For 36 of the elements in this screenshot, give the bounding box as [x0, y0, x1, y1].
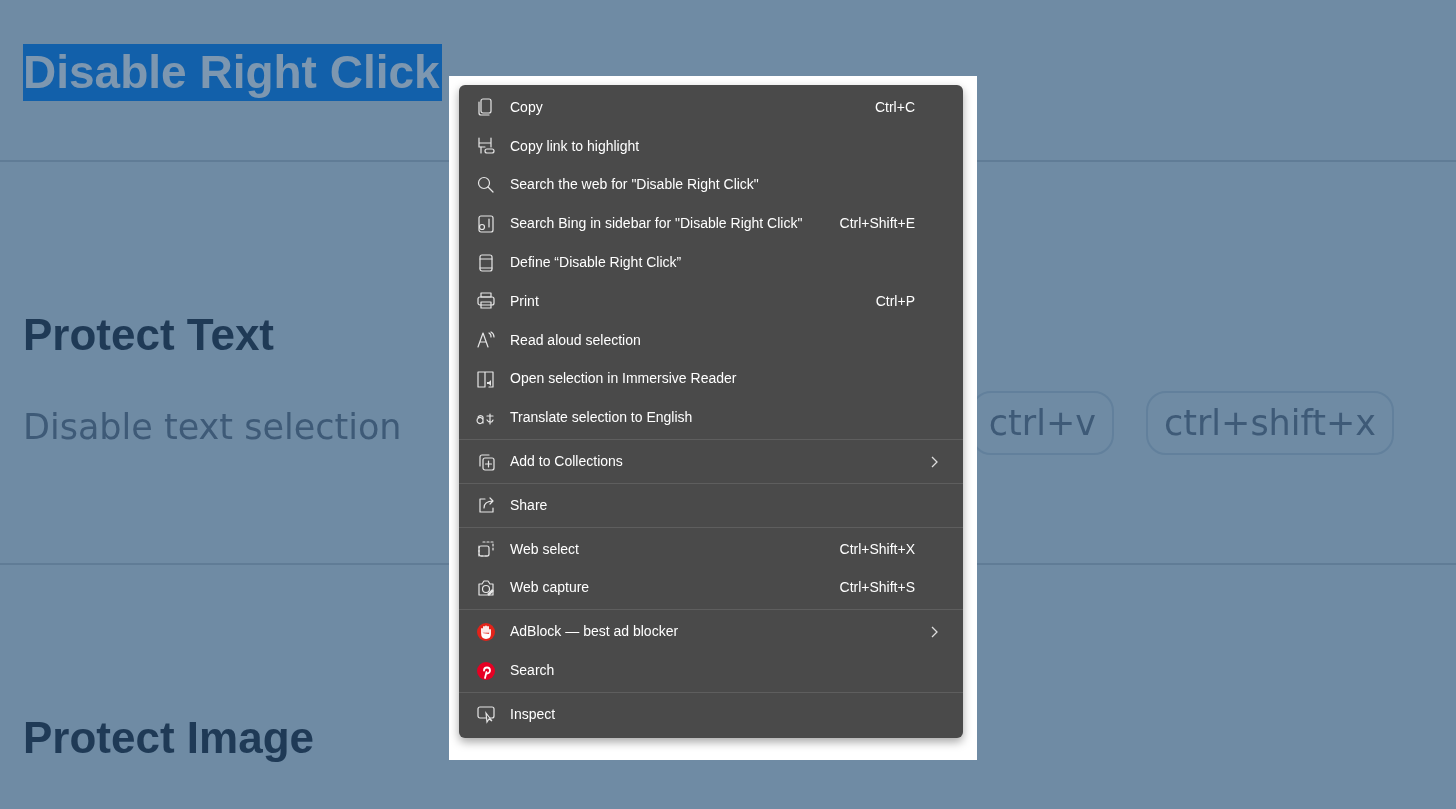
- menu-item[interactable]: Open selection in Immersive Reader: [459, 359, 963, 399]
- shortcut-text: Ctrl+P: [875, 291, 915, 311]
- menu-item[interactable]: Search: [459, 651, 963, 690]
- search-icon: [476, 175, 496, 195]
- reader-icon: [476, 368, 496, 389]
- menu-item[interactable]: Search Bing in sidebar for "Disable Right Click" Ctrl+Shift+E: [459, 204, 963, 244]
- menu-item[interactable]: Print Ctrl+P: [459, 282, 963, 321]
- shortcut-text: Ctrl+Shift+X: [839, 539, 915, 559]
- shortcut-text: Ctrl+Shift+E: [839, 214, 915, 234]
- menu-item[interactable]: Web select Ctrl+Shift+X: [459, 529, 963, 569]
- shortcut-text: Ctrl+Shift+S: [839, 578, 915, 598]
- print-icon: [476, 291, 496, 312]
- section-heading: Protect Image: [23, 712, 314, 764]
- menu-item[interactable]: Web capture Ctrl+Shift+S: [459, 568, 963, 608]
- menu-item[interactable]: Add to Collections: [459, 442, 963, 481]
- menu-item[interactable]: AdBlock — best ad blocker: [459, 612, 963, 652]
- camera-icon: [476, 577, 496, 598]
- pin-logo-icon: [476, 660, 496, 681]
- hand-icon: [476, 621, 496, 642]
- inspect-icon: [476, 704, 496, 725]
- sidebar-search-icon: [476, 213, 496, 234]
- collections-icon: [476, 451, 496, 472]
- web-select-icon: [476, 539, 496, 560]
- shortcut-text: Ctrl+C: [874, 97, 915, 117]
- book-icon: [476, 252, 496, 273]
- menu-item[interactable]: Copy link to highlight: [459, 126, 963, 166]
- page-title: Disable Right Click: [23, 44, 442, 101]
- menu-item[interactable]: Translate selection to English: [459, 398, 963, 438]
- menu-item[interactable]: Copy Ctrl+C: [459, 88, 963, 127]
- share-icon: [476, 495, 496, 516]
- menu-item[interactable]: Read aloud selection: [459, 320, 963, 360]
- menu-item[interactable]: Inspect: [459, 694, 963, 734]
- menu-item[interactable]: Define “Disable Right Click”: [459, 243, 963, 282]
- menu-item[interactable]: Share: [459, 485, 963, 525]
- section-heading: Protect Text: [23, 309, 275, 361]
- menu-item[interactable]: Search the web for "Disable Right Click": [459, 165, 963, 205]
